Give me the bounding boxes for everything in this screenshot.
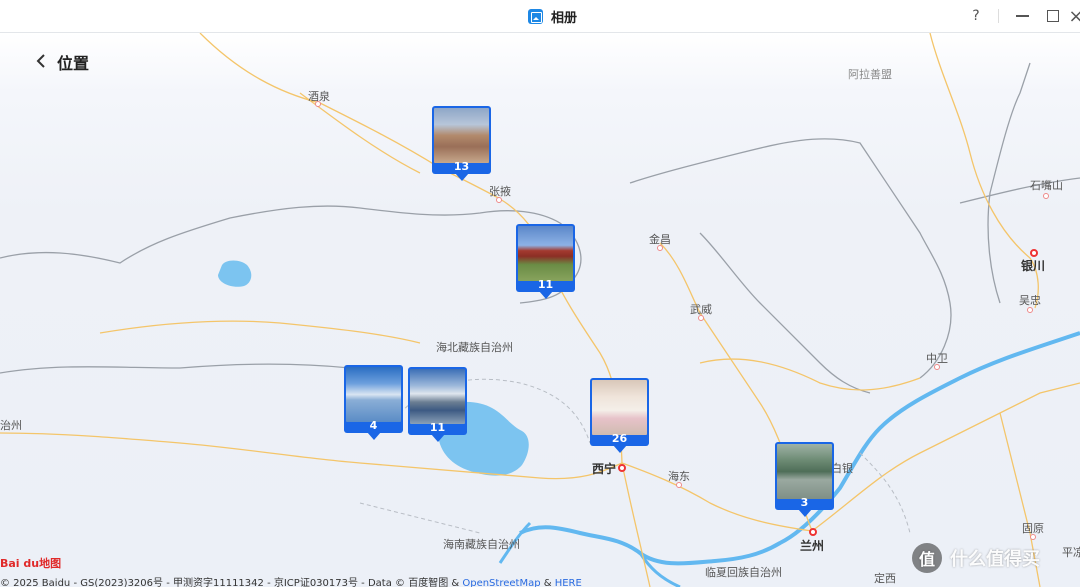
marker-card: 11 (408, 367, 467, 435)
photo-count: 4 (369, 419, 378, 432)
chevron-left-icon (36, 54, 45, 68)
mountain-photo-thumbnail (434, 108, 489, 163)
city-dot-haidong (676, 482, 682, 488)
maximize-icon (1047, 10, 1059, 22)
here-link[interactable]: HERE (555, 578, 582, 587)
minimize-icon (1015, 15, 1029, 17)
city-label-xining: 西宁 (592, 462, 617, 476)
photo-count: 3 (800, 496, 809, 509)
region-label-partial: 治州 (0, 419, 22, 432)
watermark-logo-icon: 值 (912, 543, 942, 573)
region-label-hainan: 海南藏族自治州 (443, 538, 520, 551)
photo-cluster-marker[interactable]: 11 (516, 224, 575, 299)
lake-west (218, 260, 252, 287)
city-dot-guyuan (1030, 534, 1036, 540)
city-label-shizuishan: 石嘴山 (1030, 179, 1063, 192)
back-button[interactable] (36, 51, 50, 71)
marker-pointer (455, 173, 469, 181)
photo-cluster-marker[interactable]: 11 (408, 367, 467, 442)
site-watermark: 值 什么值得买 (912, 543, 1040, 573)
close-button[interactable]: × (1068, 6, 1080, 27)
city-label-baiyin: 白银 (831, 462, 853, 475)
baidu-map-logo: Bai du地图 (0, 557, 62, 570)
marker-card: 4 (344, 365, 403, 433)
city-label-pingliang: 平凉 (1062, 546, 1080, 559)
copyright-text: © 2025 Baidu - GS(2023)3206号 - 甲测资字11111… (0, 578, 463, 587)
city-label-alxa: 阿拉善盟 (848, 68, 892, 81)
photo-cluster-marker[interactable]: 3 (775, 442, 834, 517)
photos-app-icon (528, 9, 543, 24)
maximize-button[interactable] (1044, 6, 1062, 26)
photo-cluster-marker[interactable]: 4 (344, 365, 403, 440)
city-dot-lanzhou (809, 528, 817, 536)
osm-link[interactable]: OpenStreetMap (462, 578, 540, 587)
map-base-layer (0, 33, 1080, 587)
city-dot-shizuishan (1043, 193, 1049, 199)
title-bar: 相册 ? × (0, 0, 1080, 33)
page-title: 位置 (57, 54, 90, 73)
prayer-cairn-photo-thumbnail (410, 369, 465, 424)
city-label-yinchuan: 银川 (1021, 259, 1046, 273)
marker-pointer (431, 434, 445, 442)
app-name: 相册 (551, 11, 578, 26)
photo-count: 13 (453, 160, 470, 173)
photo-count: 11 (429, 421, 446, 434)
building-photo-thumbnail (518, 226, 573, 281)
city-dot-wuzhong (1027, 307, 1033, 313)
attribution-amp: & (540, 578, 555, 587)
marker-pointer (539, 291, 553, 299)
city-dot-jiuquan (315, 101, 321, 107)
map-attribution: © 2025 Baidu - GS(2023)3206号 - 甲测资字11111… (0, 574, 582, 587)
roads (0, 33, 1080, 587)
watermark-text: 什么值得买 (950, 549, 1040, 570)
marker-pointer (613, 445, 627, 453)
marker-card: 26 (590, 378, 649, 446)
city-label-dingxi: 定西 (874, 572, 896, 585)
minimize-button[interactable] (1013, 6, 1031, 26)
city-dot-zhangye (496, 197, 502, 203)
marker-card: 13 (432, 106, 491, 174)
city-label-lanzhou: 兰州 (800, 539, 825, 553)
photo-count: 26 (611, 432, 628, 445)
photo-cluster-marker[interactable]: 13 (432, 106, 491, 181)
city-dot-wuwei (698, 315, 704, 321)
app-title: 相册 (528, 7, 577, 26)
region-label-linxia: 临夏回族自治州 (705, 566, 782, 579)
marker-pointer (367, 432, 381, 440)
city-dot-jinchang (657, 245, 663, 251)
help-button[interactable]: ? (968, 6, 984, 26)
marker-pointer (798, 509, 812, 517)
city-dot-yinchuan (1030, 249, 1038, 257)
road-sign-photo-thumbnail (777, 444, 832, 499)
city-label-wuzhong: 吴忠 (1019, 294, 1041, 307)
room-photo-thumbnail (592, 380, 647, 435)
marker-card: 11 (516, 224, 575, 292)
region-label-haibei: 海北藏族自治州 (436, 341, 513, 354)
city-dot-xining (618, 464, 626, 472)
city-dot-zhongwei (934, 364, 940, 370)
photo-cluster-marker[interactable]: 26 (590, 378, 649, 453)
map-view[interactable]: 位置 酒泉 阿拉善盟 张掖 石嘴山 金昌 银川 吴忠 武威 海北藏族自治州 中卫… (0, 33, 1080, 587)
titlebar-divider (998, 9, 999, 23)
salt-lake-photo-thumbnail (346, 367, 401, 422)
marker-card: 3 (775, 442, 834, 510)
photo-count: 11 (537, 278, 554, 291)
